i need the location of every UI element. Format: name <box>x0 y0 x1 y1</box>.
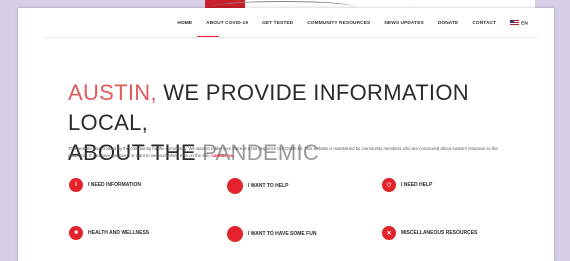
have-fun-link[interactable]: I WANT TO HAVE SOME FUN <box>227 226 316 242</box>
want-to-help-link[interactable]: I WANT TO HELP <box>227 178 288 194</box>
have-fun-label: I WANT TO HAVE SOME FUN <box>248 231 317 237</box>
health-wellness-label: HEALTH AND WELLNESS <box>88 230 150 236</box>
main-nav: HOME ABOUT COVID-19 GET TESTED COMMUNITY… <box>177 20 528 26</box>
language-label: EN <box>521 21 528 27</box>
need-information-link[interactable]: i I NEED INFORMATION <box>69 178 141 192</box>
need-help-label: I NEED HELP <box>401 182 433 188</box>
nav-news-updates[interactable]: NEWS UPDATES <box>384 21 424 26</box>
need-help-link[interactable]: ♡ I NEED HELP <box>382 178 432 192</box>
misc-resources-link[interactable]: ✕ MISCELLANEOUS RESOURCES <box>382 226 477 240</box>
nav-home[interactable]: HOME <box>177 21 192 26</box>
hero-accent-word: AUSTIN, <box>68 80 157 105</box>
health-icon: ■ <box>69 226 83 240</box>
help-icon <box>227 178 243 194</box>
nav-donate[interactable]: DONATE <box>438 21 459 26</box>
nav-about-covid[interactable]: ABOUT COVID-19 <box>206 21 248 26</box>
tools-icon: ✕ <box>382 226 396 240</box>
misc-resources-label: MISCELLANEOUS RESOURCES <box>401 230 478 236</box>
want-to-help-label: I WANT TO HELP <box>248 183 289 189</box>
nav-community-resources[interactable]: COMMUNITY RESOURCES <box>307 21 370 26</box>
intro-text: This website was created by the communit… <box>68 146 498 158</box>
fun-icon <box>227 226 243 242</box>
us-flag-icon <box>510 20 520 26</box>
intro-paragraph: This website was created by the communit… <box>68 145 508 159</box>
info-icon: i <box>69 178 83 192</box>
contact-us-link[interactable]: contact us. <box>211 153 234 158</box>
nav-get-tested[interactable]: GET TESTED <box>262 21 293 26</box>
language-selector[interactable]: EN <box>510 20 528 26</box>
heart-icon: ♡ <box>382 178 396 192</box>
health-wellness-link[interactable]: ■ HEALTH AND WELLNESS <box>69 226 149 240</box>
web-page: HOME ABOUT COVID-19 GET TESTED COMMUNITY… <box>18 8 554 261</box>
nav-contact[interactable]: CONTACT <box>472 21 496 26</box>
need-information-label: I NEED INFORMATION <box>88 182 141 188</box>
header-divider <box>43 37 538 38</box>
